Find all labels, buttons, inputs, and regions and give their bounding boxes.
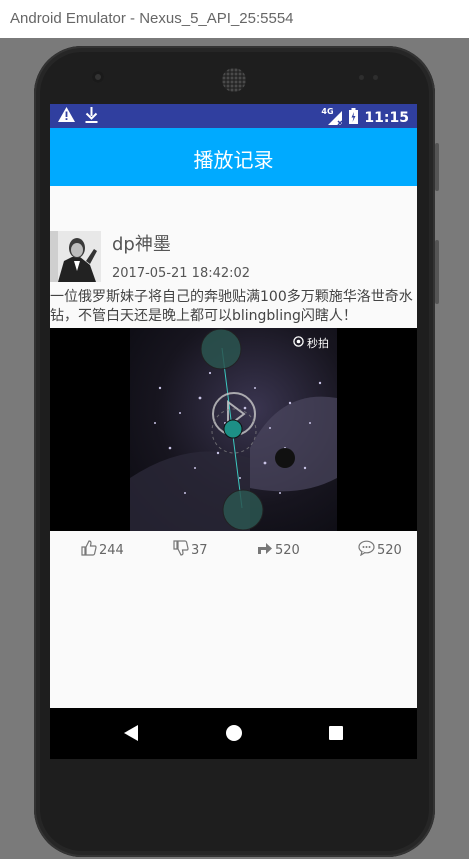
home-button[interactable] [225, 724, 243, 746]
back-button[interactable] [123, 724, 139, 746]
proximity-sensor [359, 75, 364, 80]
status-clock: 11:15 [364, 110, 409, 126]
signal-icon: 4G [321, 107, 343, 126]
share-button[interactable]: 520 [257, 540, 300, 560]
status-bar: 4G 11:15 [50, 104, 417, 128]
home-circle-icon [225, 725, 243, 746]
like-count: 244 [99, 542, 124, 558]
post-actions: 244 37 520 520 [50, 540, 417, 558]
comment-count: 520 [377, 542, 402, 558]
recents-square-icon [328, 726, 344, 746]
light-sensor [373, 75, 378, 80]
watermark-text: 秒拍 [307, 337, 329, 350]
like-button[interactable]: 244 [81, 540, 124, 560]
thumbs-down-icon [173, 540, 189, 560]
post-username[interactable]: dp神墨 [112, 230, 171, 256]
download-icon [85, 107, 98, 127]
emulator-title-bar: Android Emulator - Nexus_5_API_25:5554 [0, 0, 469, 38]
network-type-label: 4G [321, 107, 334, 116]
share-icon [257, 540, 273, 560]
comment-button[interactable]: 520 [358, 540, 402, 560]
warning-icon [58, 107, 75, 127]
earpiece-speaker [222, 68, 246, 92]
video-frame[interactable]: 秒拍 [130, 328, 337, 531]
navigation-bar [50, 708, 417, 759]
avatar[interactable] [50, 231, 101, 282]
dislike-count: 37 [191, 542, 208, 558]
battery-icon [349, 108, 359, 128]
page-title: 播放记录 [193, 148, 274, 172]
front-camera [92, 71, 104, 83]
comment-icon [358, 540, 375, 560]
video-watermark: 秒拍 [293, 335, 329, 351]
app-bar: 播放记录 [50, 128, 417, 186]
power-button[interactable] [435, 143, 439, 191]
thumbs-up-icon [81, 540, 97, 560]
share-count: 520 [275, 542, 300, 558]
emulator-window-title: Android Emulator - Nexus_5_API_25:5554 [10, 10, 294, 27]
volume-button[interactable] [435, 240, 439, 304]
post-timestamp: 2017-05-21 18:42:02 [112, 266, 251, 281]
post-text: 一位俄罗斯妹子将自己的奔驰贴满100多万颗施华洛世奇水钻，不管白天还是晚上都可以… [50, 289, 413, 324]
dislike-button[interactable]: 37 [173, 540, 208, 560]
back-triangle-icon [123, 725, 139, 746]
watermark-logo-icon [293, 336, 304, 350]
recents-button[interactable] [328, 724, 344, 746]
video-player[interactable]: 秒拍 [50, 328, 417, 531]
phone-screen: 4G 11:15 播放记录 dp神墨 2017-05-21 18:42:02 一… [50, 104, 417, 759]
